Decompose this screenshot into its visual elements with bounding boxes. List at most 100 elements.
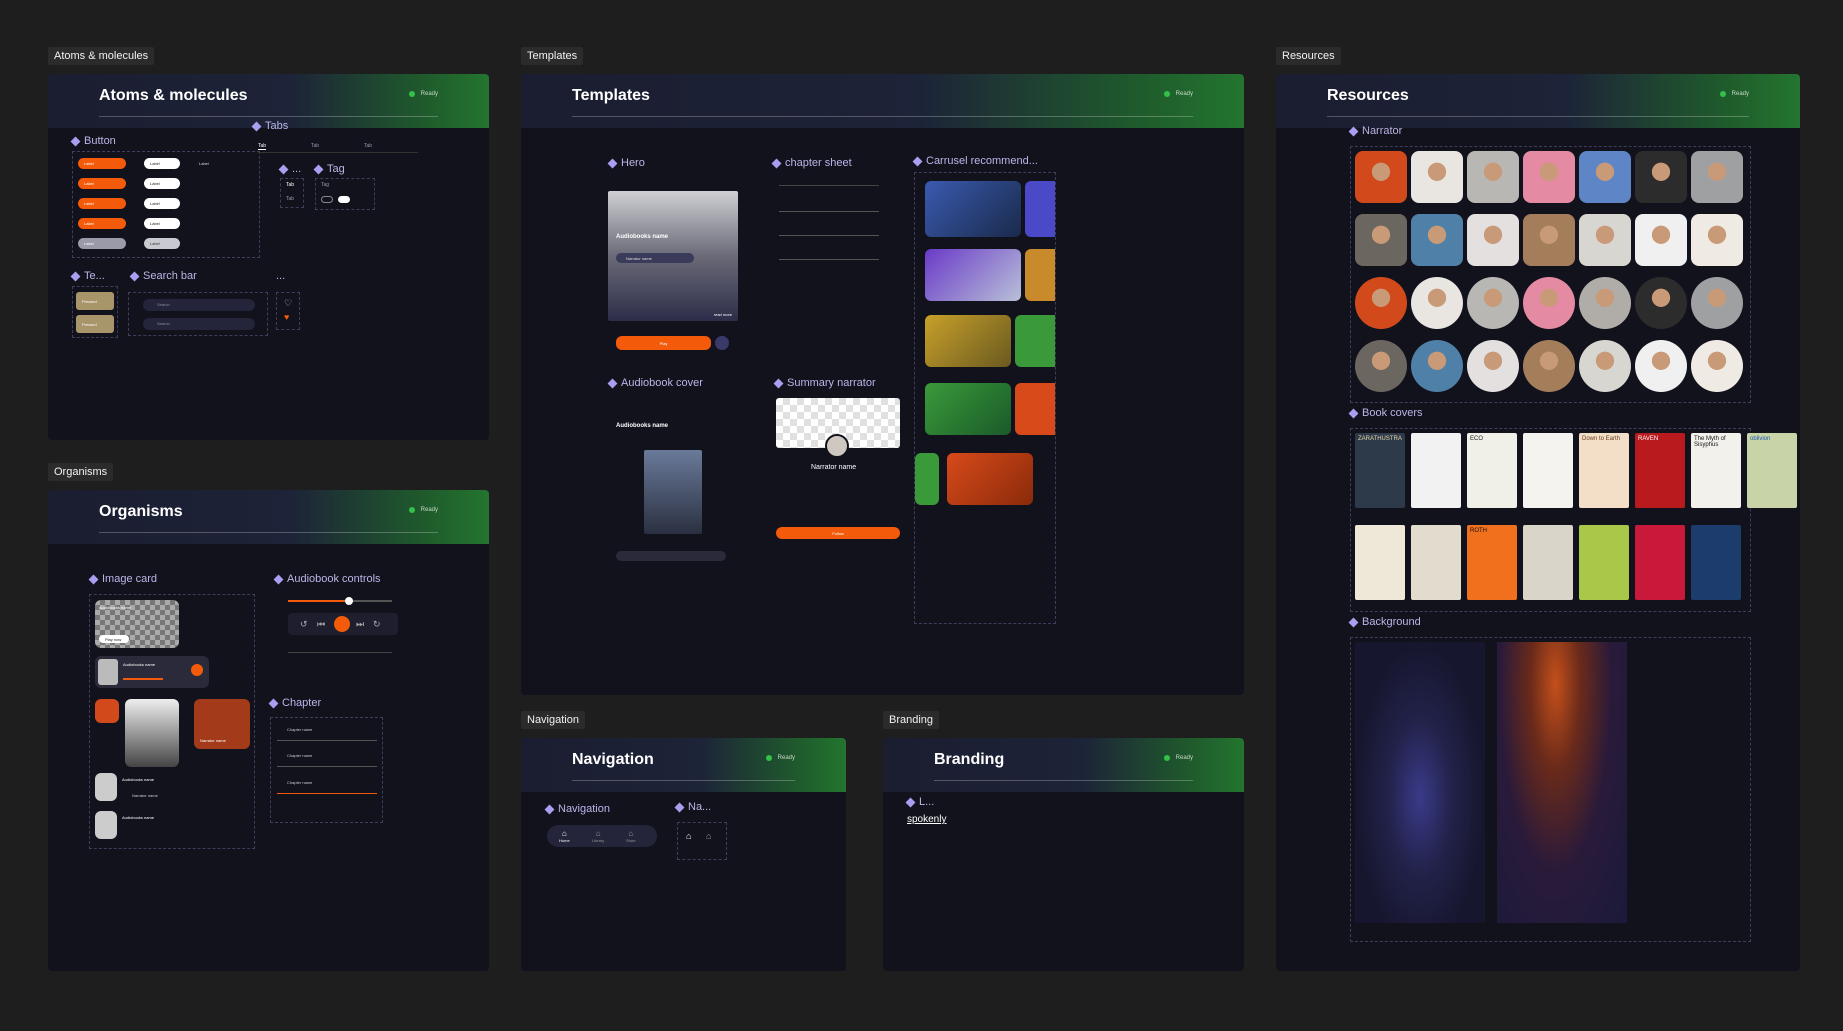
- component-label-logo[interactable]: L...: [905, 796, 934, 808]
- tag-outline[interactable]: [321, 196, 333, 203]
- book-cover[interactable]: ROTH: [1467, 525, 1517, 600]
- narrator-portrait[interactable]: [1411, 277, 1463, 329]
- carrusel-card[interactable]: [1015, 315, 1055, 367]
- tab-active[interactable]: Tab: [258, 143, 267, 150]
- component-label-background[interactable]: Background: [1348, 616, 1421, 628]
- component-label-carrusel[interactable]: Carrusel recommend...: [912, 155, 1038, 167]
- narrator-portrait[interactable]: [1467, 340, 1519, 392]
- narrator-portrait[interactable]: [1579, 214, 1631, 266]
- component-label-chapter-sheet[interactable]: chapter sheet: [771, 157, 852, 169]
- book-cover[interactable]: [1355, 525, 1405, 600]
- tag-item[interactable]: Tag: [321, 182, 329, 188]
- image-card-narrator[interactable]: Narrator name: [194, 699, 250, 749]
- narrator-portrait[interactable]: [1579, 277, 1631, 329]
- narrator-portrait[interactable]: [1355, 277, 1407, 329]
- nav-item-library[interactable]: ⌂ Library: [592, 829, 604, 843]
- previous-icon[interactable]: ⏮: [317, 619, 325, 630]
- forward-icon[interactable]: ↻: [373, 619, 381, 630]
- button-secondary[interactable]: Label: [144, 178, 180, 189]
- button-primary[interactable]: Label: [78, 178, 126, 189]
- component-label-audiobook-cover[interactable]: Audiobook cover: [607, 377, 703, 389]
- carrusel-card[interactable]: [1025, 249, 1055, 301]
- component-label-na[interactable]: Na...: [674, 801, 711, 813]
- component-label-text[interactable]: Te...: [70, 270, 105, 282]
- carrusel-card[interactable]: [925, 249, 1021, 301]
- chapter-row[interactable]: [779, 222, 879, 236]
- chapter-row[interactable]: Chapter name: [277, 753, 377, 767]
- next-icon[interactable]: ⏭: [356, 619, 364, 630]
- carrusel-card[interactable]: [925, 383, 1011, 435]
- book-cover[interactable]: RAVEN: [1635, 433, 1685, 508]
- home-outline-icon[interactable]: ⌂: [706, 831, 711, 841]
- narrator-portrait[interactable]: [1523, 151, 1575, 203]
- book-cover[interactable]: [1635, 525, 1685, 600]
- narrator-portrait[interactable]: [1691, 151, 1743, 203]
- component-label-navigation[interactable]: Navigation: [544, 803, 610, 815]
- read-more-link[interactable]: read more: [714, 312, 732, 317]
- component-label-tabs[interactable]: Tabs: [251, 120, 288, 132]
- tab-item[interactable]: Tab: [286, 196, 294, 202]
- narrator-portrait[interactable]: [1691, 214, 1743, 266]
- narrator-portrait[interactable]: [1691, 277, 1743, 329]
- search-input[interactable]: Search: [143, 318, 255, 330]
- play-now-button[interactable]: Play now: [99, 635, 129, 643]
- book-cover[interactable]: [1691, 525, 1741, 600]
- component-label-misc[interactable]: ...: [278, 163, 301, 175]
- book-cover[interactable]: [1523, 433, 1573, 508]
- button-primary[interactable]: Label: [78, 158, 126, 169]
- templates-frame[interactable]: Templates Ready Hero Audiobooks name Nar…: [521, 74, 1244, 695]
- narrator-portrait[interactable]: [1411, 151, 1463, 203]
- component-label-button[interactable]: Button: [70, 135, 116, 147]
- book-cover[interactable]: oblivion: [1747, 433, 1797, 508]
- narrator-portrait[interactable]: [1467, 151, 1519, 203]
- carrusel-card[interactable]: [925, 315, 1011, 367]
- button-secondary[interactable]: Label: [144, 198, 180, 209]
- book-cover[interactable]: The Myth of Sisyphus: [1691, 433, 1741, 508]
- chapter-row[interactable]: [779, 246, 879, 260]
- narrator-portrait[interactable]: [1355, 340, 1407, 392]
- chapter-row[interactable]: Chapter name: [277, 727, 377, 741]
- button-ghost[interactable]: Label: [193, 158, 229, 169]
- play-pause-icon[interactable]: [334, 616, 350, 632]
- book-cover[interactable]: [1523, 525, 1573, 600]
- button-disabled[interactable]: Label: [78, 238, 126, 249]
- home-icon[interactable]: ⌂: [686, 831, 691, 841]
- narrator-portrait[interactable]: [1635, 151, 1687, 203]
- narrator-portrait[interactable]: [1411, 340, 1463, 392]
- atoms-frame[interactable]: Atoms & molecules Ready Button Label Lab…: [48, 74, 489, 440]
- component-label-narrator[interactable]: Narrator: [1348, 125, 1402, 137]
- organisms-frame[interactable]: Organisms Ready Image card Audiobooks na…: [48, 490, 489, 971]
- tab-active[interactable]: Tab: [286, 182, 294, 188]
- follow-button[interactable]: Follow: [776, 527, 900, 539]
- component-label-summary-narrator[interactable]: Summary narrator: [773, 377, 876, 389]
- narrator-portrait[interactable]: [1411, 214, 1463, 266]
- component-label-audiobook-controls[interactable]: Audiobook controls: [273, 573, 381, 585]
- component-label-search-bar[interactable]: Search bar: [129, 270, 197, 282]
- download-icon[interactable]: [715, 336, 729, 350]
- audiobook-cover-image[interactable]: [644, 450, 702, 534]
- component-label-image-card[interactable]: Image card: [88, 573, 157, 585]
- tag-filled[interactable]: [338, 196, 350, 203]
- narrator-portrait[interactable]: [1467, 277, 1519, 329]
- narrator-portrait[interactable]: [1523, 277, 1575, 329]
- branding-frame[interactable]: Branding Ready L... spokenly: [883, 738, 1244, 971]
- heart-outline-icon[interactable]: ♡: [284, 298, 292, 309]
- book-cover[interactable]: [1579, 525, 1629, 600]
- book-cover[interactable]: Down to Earth: [1579, 433, 1629, 508]
- narrator-chip[interactable]: [616, 551, 726, 561]
- nav-item-home[interactable]: ⌂ Home: [559, 829, 570, 843]
- narrator-portrait[interactable]: [1355, 214, 1407, 266]
- seek-track[interactable]: [288, 597, 392, 605]
- brand-logo[interactable]: spokenly: [907, 814, 946, 825]
- narrator-portrait[interactable]: [1691, 340, 1743, 392]
- chapter-row[interactable]: [779, 198, 879, 212]
- navigation-frame[interactable]: Navigation Ready Navigation ⌂ Home ⌂ Libra…: [521, 738, 846, 971]
- carrusel-card[interactable]: [1025, 181, 1055, 237]
- component-label-book-covers[interactable]: Book covers: [1348, 407, 1423, 419]
- narrator-portrait[interactable]: [1467, 214, 1519, 266]
- book-cover[interactable]: [1411, 433, 1461, 508]
- image-card-tall[interactable]: [125, 699, 179, 767]
- narrator-portrait[interactable]: [1355, 151, 1407, 203]
- nav-item-store[interactable]: ⌂ Store: [626, 829, 636, 843]
- button-primary[interactable]: Label: [78, 198, 126, 209]
